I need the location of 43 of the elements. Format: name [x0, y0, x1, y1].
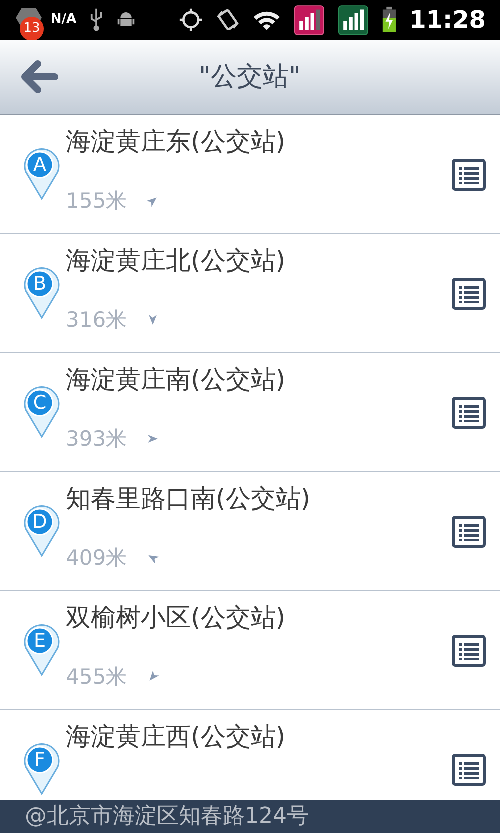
gps-icon — [178, 7, 204, 33]
map-pin-icon — [22, 267, 62, 319]
clock-time: 11:28 — [410, 5, 486, 36]
stop-name[interactable]: 海淀黄庄东(公交站) — [66, 123, 286, 160]
map-pin-icon — [22, 743, 62, 795]
wifi-icon — [253, 9, 282, 31]
pin-letter: C — [32, 390, 48, 416]
battery-icon — [382, 6, 397, 34]
list-icon[interactable] — [452, 635, 486, 667]
distance-label: 409米 — [66, 544, 128, 572]
pin-letter: E — [32, 628, 47, 654]
map-pin-icon — [22, 505, 62, 557]
stop-name[interactable]: 知春里路口南(公交站) — [66, 480, 311, 518]
direction-arrow-icon — [147, 433, 160, 446]
pin-letter: A — [32, 152, 48, 178]
distance-label: 455米 — [66, 664, 128, 690]
stop-name[interactable]: 海淀黄庄西(公交站) — [66, 718, 286, 756]
signal-icon — [294, 4, 325, 36]
carrier-label: N/A — [50, 11, 77, 30]
pin-letter: D — [32, 510, 48, 535]
stop-name[interactable]: 海淀黄庄北(公交站) — [66, 242, 286, 280]
direction-arrow-icon — [147, 314, 160, 326]
distance-label: 316米 — [66, 306, 128, 334]
distance-label: 393米 — [66, 426, 128, 452]
location-address: @北京市海淀区知春路124号 — [25, 803, 309, 831]
pin-letter: F — [34, 748, 46, 773]
pin-letter: B — [32, 272, 48, 297]
map-pin-icon — [22, 624, 62, 676]
list-icon[interactable] — [452, 516, 486, 548]
signal-icon — [338, 4, 369, 36]
stop-name[interactable]: 海淀黄庄南(公交站) — [66, 361, 286, 398]
map-pin-icon — [22, 148, 62, 200]
list-icon[interactable] — [452, 397, 486, 429]
usb-icon — [90, 7, 103, 33]
distance-label: 155米 — [66, 188, 128, 214]
list-icon[interactable] — [452, 754, 486, 786]
page-title: "公交站" — [199, 60, 301, 94]
list-icon[interactable] — [452, 159, 486, 191]
back-arrow-icon[interactable] — [20, 60, 58, 94]
stop-name[interactable]: 双榆树小区(公交站) — [66, 599, 286, 636]
map-pin-icon — [22, 386, 62, 438]
rotation-icon — [216, 7, 240, 33]
list-icon[interactable] — [452, 278, 486, 310]
